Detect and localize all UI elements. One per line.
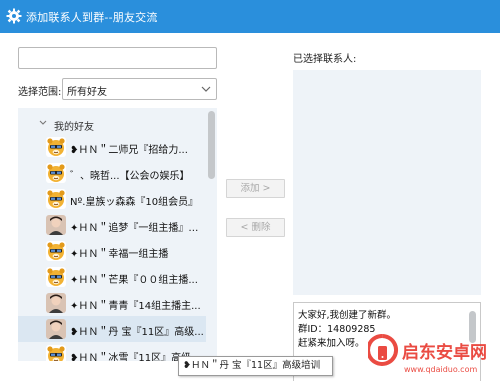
scope-select[interactable]: 所有好友 xyxy=(62,78,217,100)
contact-name: ゛、晓哲...【公会の娱乐】 xyxy=(70,171,190,182)
message-line: 群ID：14809285 xyxy=(298,324,376,335)
scope-selected-value: 所有好友 xyxy=(67,87,107,98)
group-name: 我的好友 xyxy=(54,122,94,133)
photo-avatar-icon xyxy=(46,293,66,313)
contact-name: ❥ＨＮ＂二师兄『招给力... xyxy=(70,145,188,156)
contact-name: ✦ＨＮ＂幸福一组主播 xyxy=(70,249,169,260)
contact-tree[interactable]: 我的好友 ❥ＨＮ＂二师兄『招给力... ゛、晓哲...【公会の娱乐】 Nº.皇族… xyxy=(18,108,217,361)
person-photo-icon xyxy=(46,319,66,339)
photo-avatar-icon xyxy=(46,319,66,339)
tiger-face-icon xyxy=(46,345,66,361)
caret-down-icon xyxy=(39,120,47,125)
contact-name: ✦ＨＮ＂青青『14组主播主... xyxy=(70,301,201,312)
contact-name: Nº.皇族ッ森森『10组会员』 xyxy=(70,197,199,208)
contact-row-selected[interactable]: ❥ＨＮ＂丹 宝『11区』高级... xyxy=(18,316,206,342)
contact-row[interactable]: ✦ＨＮ＂青青『14组主播主... xyxy=(18,290,206,316)
watermark-url: www.qdaiduo.com xyxy=(404,365,477,374)
selected-contacts-label: 已选择联系人: xyxy=(293,54,357,65)
title-bar: 添加联系人到群--朋友交流 xyxy=(0,0,500,33)
search-input[interactable] xyxy=(18,47,217,69)
contact-row[interactable]: ✦ＨＮ＂追梦『一组主播』B... xyxy=(18,212,206,238)
tree-scrollbar[interactable] xyxy=(206,108,217,361)
selected-contacts-list[interactable] xyxy=(293,70,481,295)
contact-row[interactable]: ❥ＨＮ＂二师兄『招给力... xyxy=(18,134,206,160)
watermark-logo: 启东安卓网 www.qdaiduo.com xyxy=(368,334,487,374)
contact-row[interactable]: ✦ＨＮ＂幸福一组主播 xyxy=(18,238,206,264)
contact-name: ✦ＨＮ＂芒果『００组主播... xyxy=(70,275,198,286)
person-photo-icon xyxy=(46,293,66,313)
message-line: 赶紧来加入呀。 xyxy=(298,338,365,349)
chevron-down-icon xyxy=(201,86,211,92)
contact-name: ❥ＨＮ＂丹 宝『11区』高级... xyxy=(70,327,204,338)
watermark-text: 启东安卓网 xyxy=(402,342,487,363)
gear-icon[interactable] xyxy=(6,8,22,24)
tiger-avatar-icon xyxy=(46,345,66,361)
add-button[interactable]: 添加 > xyxy=(226,179,285,198)
tiger-avatar-icon xyxy=(46,241,66,261)
photo-avatar-icon xyxy=(46,215,66,235)
tiger-avatar-icon xyxy=(46,267,66,287)
contact-tooltip: ❥ＨＮ＂丹 宝『11区』高级培训 xyxy=(178,356,333,376)
tiger-avatar-icon xyxy=(46,137,66,157)
tiger-face-icon xyxy=(46,189,66,209)
contact-row[interactable]: ✦ＨＮ＂芒果『００组主播... xyxy=(18,264,206,290)
scope-label: 选择范围: xyxy=(18,87,62,98)
tiger-face-icon xyxy=(46,267,66,287)
tree-scrollbar-thumb[interactable] xyxy=(208,111,215,179)
contact-name: ✦ＨＮ＂追梦『一组主播』B... xyxy=(70,223,204,234)
tiger-avatar-icon xyxy=(46,163,66,183)
tiger-face-icon xyxy=(46,241,66,261)
tiger-face-icon xyxy=(46,137,66,157)
contact-row[interactable]: Nº.皇族ッ森森『10组会员』 xyxy=(18,186,206,212)
person-photo-icon xyxy=(46,215,66,235)
remove-button[interactable]: < 删除 xyxy=(226,218,285,237)
window-title: 添加联系人到群--朋友交流 xyxy=(26,11,158,24)
tiger-face-icon xyxy=(46,163,66,183)
tree-group-my-friends[interactable]: 我的好友 xyxy=(18,116,198,133)
contact-row[interactable]: ゛、晓哲...【公会の娱乐】 xyxy=(18,160,206,186)
message-line: 大家好,我创建了新群。 xyxy=(298,310,397,321)
tiger-avatar-icon xyxy=(46,189,66,209)
